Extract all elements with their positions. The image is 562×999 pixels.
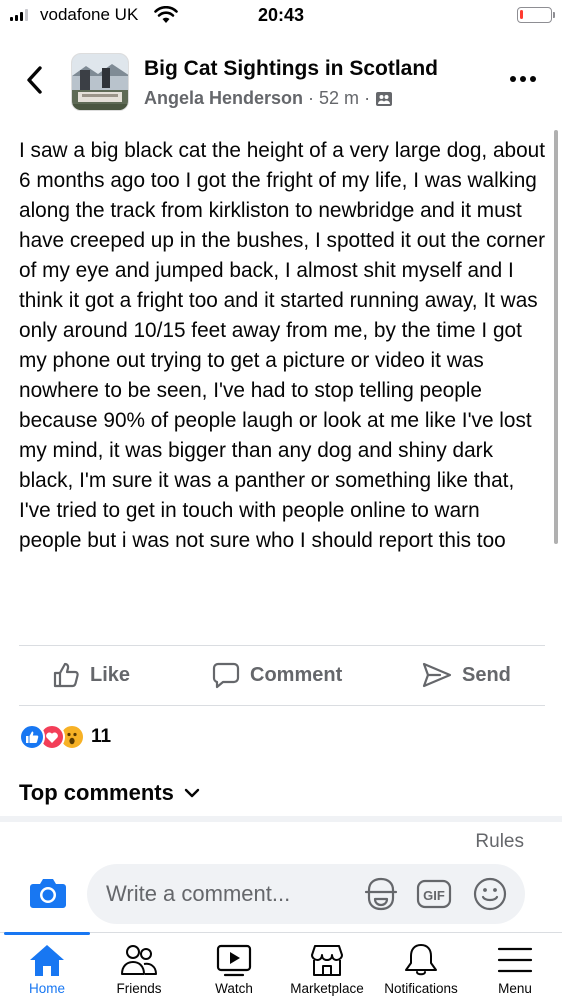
group-avatar[interactable] xyxy=(71,53,129,111)
like-label: Like xyxy=(90,663,131,686)
send-button[interactable]: Send xyxy=(422,646,511,704)
back-button[interactable] xyxy=(22,64,48,96)
tab-friends[interactable]: Friends xyxy=(100,933,178,999)
post-header: Big Cat Sightings in Scotland Angela Hen… xyxy=(0,48,562,118)
tab-menu-label: Menu xyxy=(498,981,532,996)
author-name[interactable]: Angela Henderson xyxy=(144,88,303,109)
thumbs-up-icon xyxy=(53,662,79,688)
tab-marketplace-label: Marketplace xyxy=(290,981,364,996)
comment-button[interactable]: Comment xyxy=(212,646,342,704)
tab-notifications-label: Notifications xyxy=(384,981,458,996)
tab-menu[interactable]: Menu xyxy=(476,933,554,999)
group-photo-image xyxy=(72,54,128,110)
tab-home[interactable]: Home xyxy=(8,933,86,999)
group-name[interactable]: Big Cat Sightings in Scotland xyxy=(144,57,438,81)
post-meta: Angela Henderson · 52 m · xyxy=(144,88,393,109)
status-bar: vodafone UK 20:43 xyxy=(0,0,562,34)
tab-watch-label: Watch xyxy=(215,981,253,996)
comment-sort-dropdown[interactable]: Top comments xyxy=(19,780,200,806)
comment-input[interactable] xyxy=(106,864,356,924)
tab-home-label: Home xyxy=(28,981,65,996)
clock: 20:43 xyxy=(257,5,305,25)
marketplace-icon xyxy=(311,945,343,976)
more-options-button[interactable] xyxy=(510,72,544,86)
home-icon xyxy=(30,945,64,976)
tab-marketplace[interactable]: Marketplace xyxy=(284,933,370,999)
rules-link[interactable]: Rules xyxy=(475,831,524,853)
comment-composer: GIF xyxy=(87,864,525,924)
meta-separator: · xyxy=(308,88,315,108)
chevron-down-icon xyxy=(184,788,200,798)
group-members-icon xyxy=(376,91,393,106)
chevron-left-icon xyxy=(27,66,42,94)
bell-icon xyxy=(405,944,437,976)
comment-label: Comment xyxy=(250,663,343,686)
reaction-count: 11 xyxy=(91,726,112,747)
send-icon xyxy=(422,662,452,688)
friends-icon xyxy=(121,945,157,975)
like-button[interactable]: Like xyxy=(52,646,130,704)
tab-notifications[interactable]: Notifications xyxy=(378,933,464,999)
post-time[interactable]: 52 m xyxy=(319,88,359,109)
bottom-tab-bar: Home Friends Watch Marketplace Notificat… xyxy=(0,932,562,999)
camera-icon xyxy=(30,879,66,908)
comment-bubble-icon xyxy=(212,662,240,689)
menu-icon xyxy=(497,947,533,973)
section-separator xyxy=(0,816,562,822)
battery-level xyxy=(520,10,523,19)
meta-separator: · xyxy=(364,88,371,108)
send-label: Send xyxy=(462,663,511,686)
tab-watch[interactable]: Watch xyxy=(195,933,273,999)
divider xyxy=(19,705,545,706)
tab-friends-label: Friends xyxy=(116,981,162,996)
comment-sort-label: Top comments xyxy=(19,780,174,805)
avatar-sticker-icon[interactable] xyxy=(363,876,399,912)
emoji-icon[interactable] xyxy=(472,876,508,912)
post-actions: Like Comment Send xyxy=(0,646,562,704)
reaction-summary[interactable]: 11 xyxy=(19,722,111,752)
like-reaction-icon xyxy=(19,724,45,750)
camera-button[interactable] xyxy=(29,876,67,910)
watch-icon xyxy=(216,944,252,977)
scrollbar[interactable] xyxy=(554,130,558,544)
battery-icon xyxy=(517,7,555,23)
svg-text:GIF: GIF xyxy=(423,888,445,903)
post-text: I saw a big black cat the height of a ve… xyxy=(19,139,546,552)
gif-icon[interactable]: GIF xyxy=(416,876,452,912)
